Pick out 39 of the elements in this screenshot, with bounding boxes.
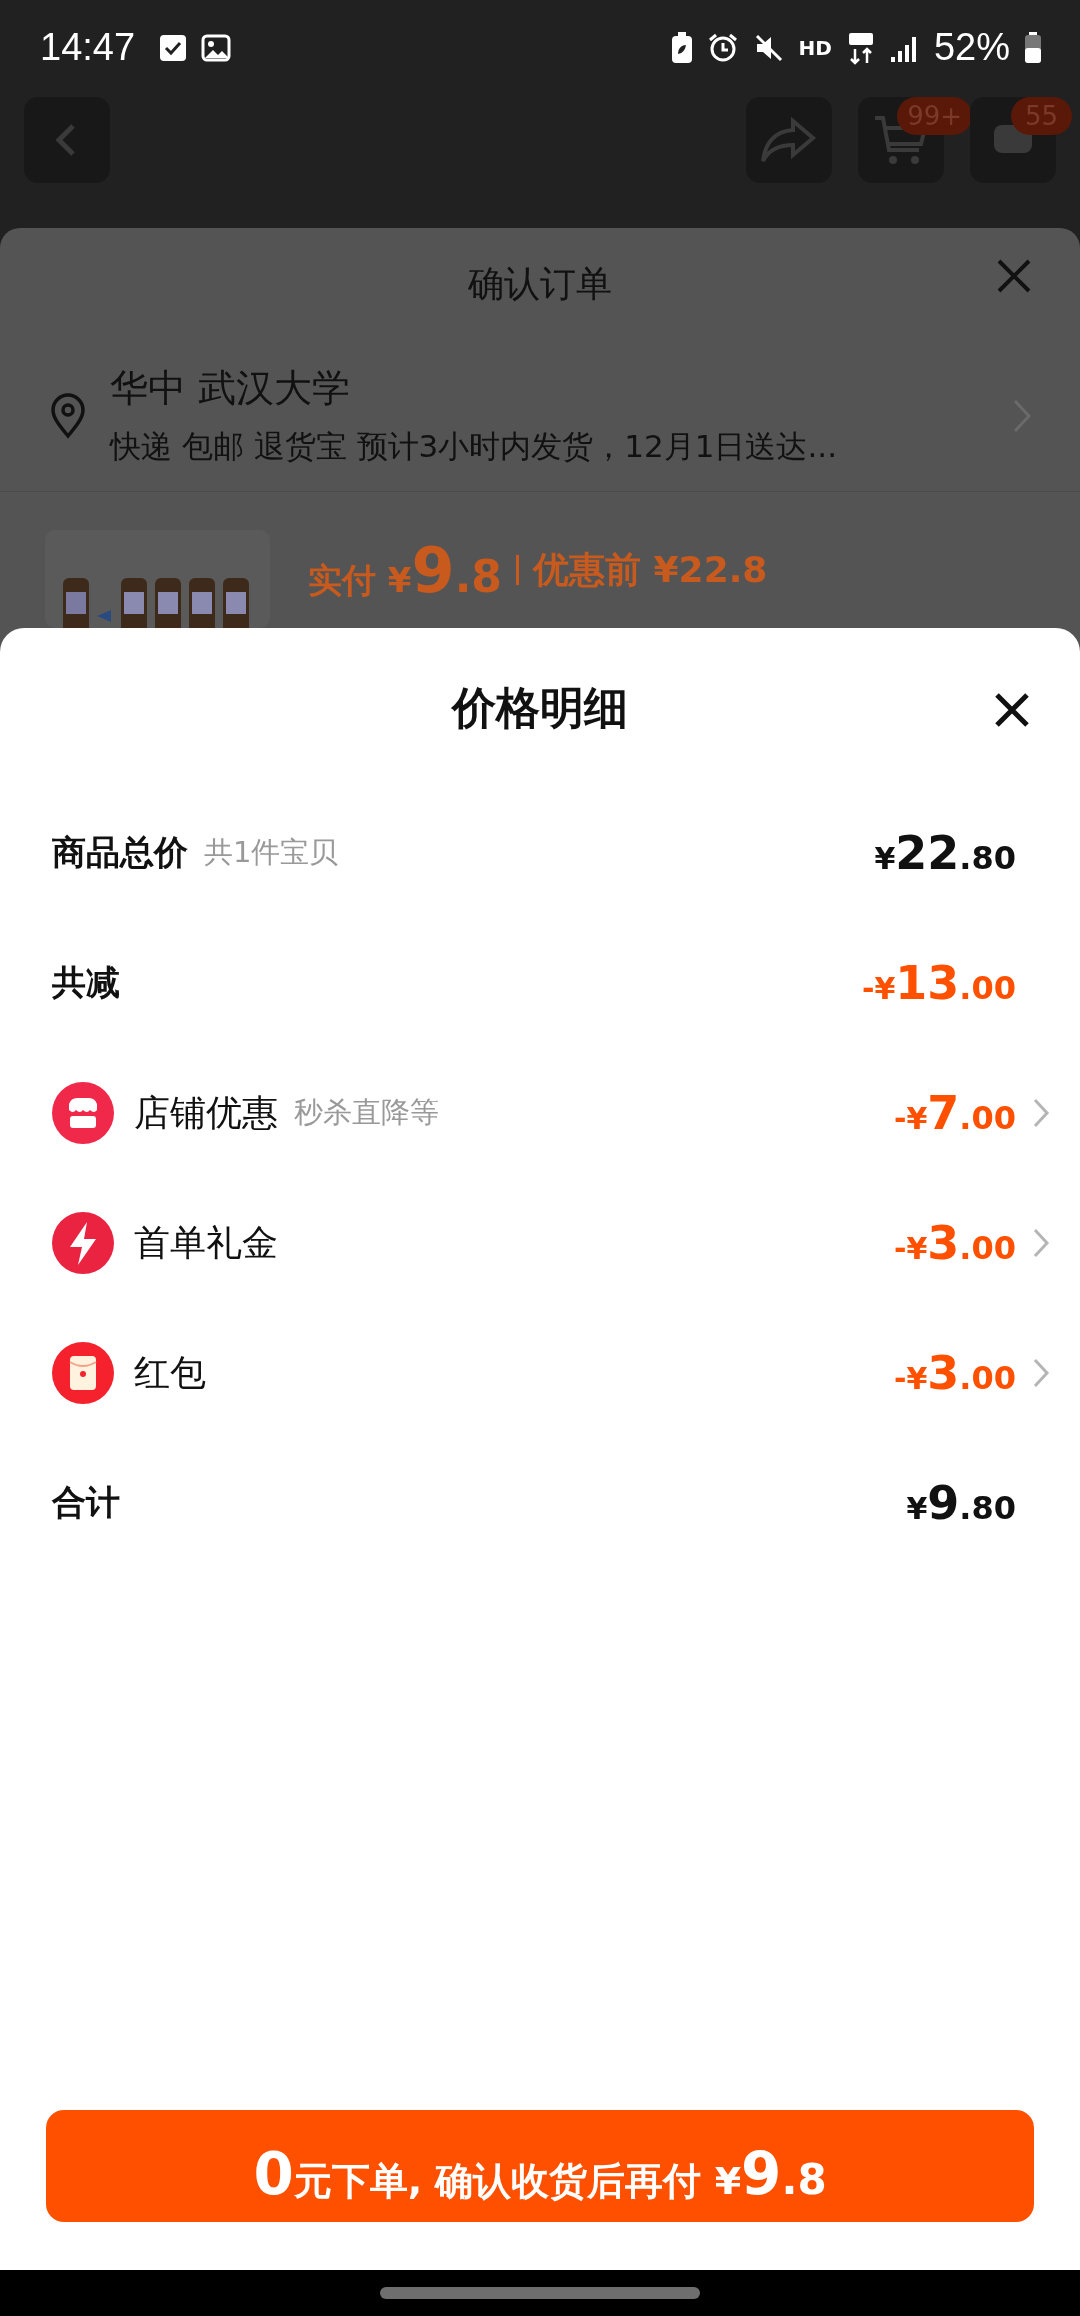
row-hint: 秒杀直降等: [294, 1094, 439, 1131]
chevron-icon[interactable]: [1032, 1227, 1050, 1259]
status-time: 14:47: [40, 26, 136, 69]
sheet-title: 价格明细: [452, 680, 628, 735]
battery-saver-icon: [670, 31, 693, 64]
row-label: 首单礼金: [134, 1220, 278, 1265]
checkbox-icon: [159, 33, 188, 62]
row-label: 红包: [134, 1350, 206, 1395]
image-icon: [201, 33, 232, 62]
delivery-info: 快递 包邮 退货宝 预计3小时内发货，12月1日送达...: [110, 427, 839, 466]
row-label: 商品总价: [52, 831, 188, 874]
chevron-icon[interactable]: [1032, 1357, 1050, 1389]
share-button[interactable]: [746, 97, 832, 183]
hd-indicator: HD: [798, 35, 832, 60]
sheet-title: 确认订单: [468, 261, 612, 306]
back-button[interactable]: [24, 97, 110, 183]
battery-percent: 52%: [933, 26, 1010, 69]
amount-text: ¥22.80: [874, 826, 1016, 880]
chevron-icon[interactable]: [1032, 1097, 1050, 1129]
envelope-icon: [52, 1342, 114, 1404]
amount-text: -¥3.00: [893, 1346, 1016, 1400]
row-hint: 共1件宝贝: [204, 834, 339, 871]
location-pin-icon: [50, 392, 86, 439]
original-price: 优惠前 ¥22.8: [533, 547, 768, 592]
amount-text: -¥7.00: [893, 1086, 1016, 1140]
store-icon: [52, 1082, 114, 1144]
paid-price: 实付 ¥9.8: [308, 533, 502, 607]
lightning-icon: [52, 1212, 114, 1274]
row-label: 共减: [52, 961, 120, 1004]
row-label: 店铺优惠: [134, 1090, 278, 1135]
submit-order-button[interactable]: 0元下单, 确认收货后再付 ¥9.8: [46, 2110, 1034, 2222]
address-name: 华中 武汉大学: [110, 365, 352, 412]
row-label: 合计: [52, 1481, 120, 1524]
amount-text: ¥9.80: [906, 1476, 1016, 1530]
battery-icon: [1024, 31, 1042, 64]
amount-text: -¥3.00: [893, 1216, 1016, 1270]
close-icon[interactable]: [994, 692, 1030, 728]
alarm-icon: [706, 31, 739, 64]
amount-text: -¥13.00: [861, 956, 1016, 1010]
